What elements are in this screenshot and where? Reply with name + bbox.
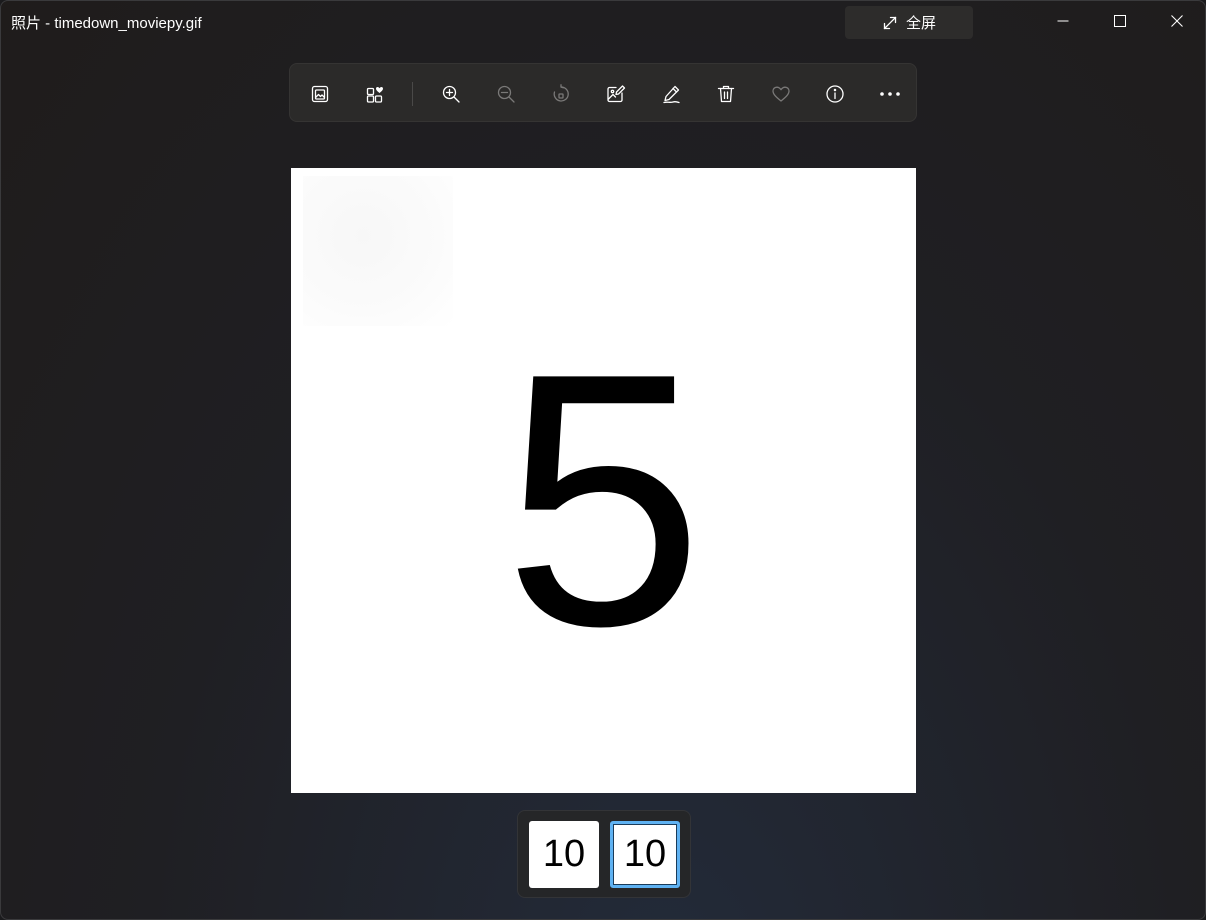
photo-viewer-image[interactable]: 5 — [291, 168, 916, 793]
more-options-button[interactable] — [872, 76, 908, 112]
filmstrip-thumbnail[interactable]: 10 — [529, 821, 599, 888]
rotate-icon — [551, 84, 571, 104]
zoom-out-icon — [496, 84, 516, 104]
draw-button[interactable] — [653, 76, 689, 112]
file-info-button[interactable] — [817, 76, 853, 112]
close-icon — [1171, 15, 1183, 27]
window-title: 照片 - timedown_moviepy.gif — [11, 15, 202, 32]
expand-icon — [882, 15, 898, 31]
view-actual-size-button[interactable] — [302, 76, 338, 112]
heart-icon — [771, 84, 791, 104]
trash-icon — [716, 84, 736, 104]
countdown-digit: 5 — [503, 299, 704, 701]
fullscreen-label: 全屏 — [905, 15, 936, 32]
filmstrip-thumbnail-selected[interactable]: 10 — [610, 821, 680, 888]
delete-button[interactable] — [708, 76, 744, 112]
edit-image-icon — [606, 84, 626, 104]
album-heart-icon — [365, 84, 385, 104]
favorite-button[interactable] — [763, 76, 799, 112]
ellipsis-icon — [879, 84, 901, 104]
minimize-icon — [1057, 15, 1069, 27]
photos-window: 照片 - timedown_moviepy.gif 全屏 5 10 10 — [0, 0, 1206, 920]
rotate-button[interactable] — [543, 76, 579, 112]
image-frame-icon — [310, 84, 330, 104]
zoom-out-button[interactable] — [488, 76, 524, 112]
maximize-button[interactable] — [1097, 1, 1143, 41]
filmstrip: 10 10 — [517, 810, 691, 898]
info-icon — [825, 84, 845, 104]
fullscreen-button[interactable]: 全屏 — [845, 6, 973, 39]
maximize-icon — [1114, 15, 1126, 27]
minimize-button[interactable] — [1040, 1, 1086, 41]
zoom-in-button[interactable] — [433, 76, 469, 112]
photo-toolbar — [289, 63, 917, 122]
add-to-album-button[interactable] — [357, 76, 393, 112]
zoom-in-icon — [441, 84, 461, 104]
toolbar-separator — [412, 82, 413, 106]
image-artifact — [303, 176, 453, 326]
edit-image-button[interactable] — [598, 76, 634, 112]
pen-icon — [661, 84, 681, 104]
close-button[interactable] — [1154, 1, 1200, 41]
title-bar: 照片 - timedown_moviepy.gif 全屏 — [1, 1, 1205, 41]
